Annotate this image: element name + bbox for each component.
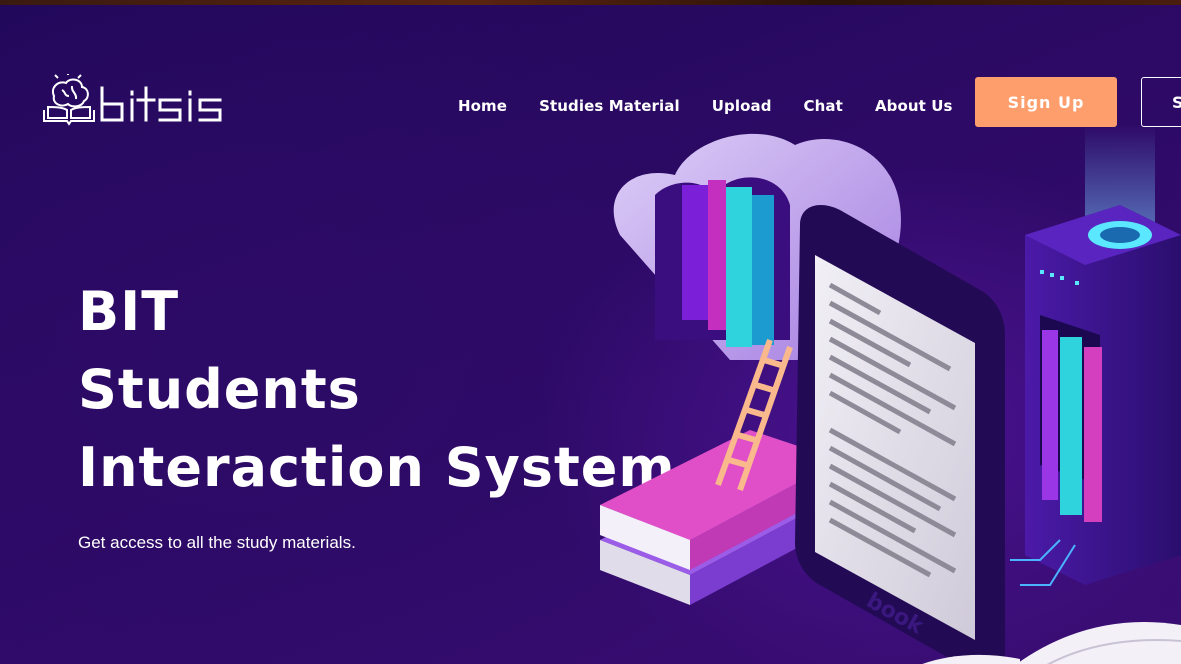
brain-book-icon	[43, 74, 222, 126]
nav-home[interactable]: Home	[458, 91, 507, 121]
ebook-reader-icon: book	[795, 205, 1005, 664]
server-tower-icon	[1010, 125, 1181, 586]
hero-section: Home Studies Material Upload Chat About …	[0, 5, 1181, 664]
hero-illustration: book	[600, 125, 1181, 664]
site-logo[interactable]	[42, 74, 237, 129]
hero-subtitle: Get access to all the study materials.	[78, 533, 356, 552]
